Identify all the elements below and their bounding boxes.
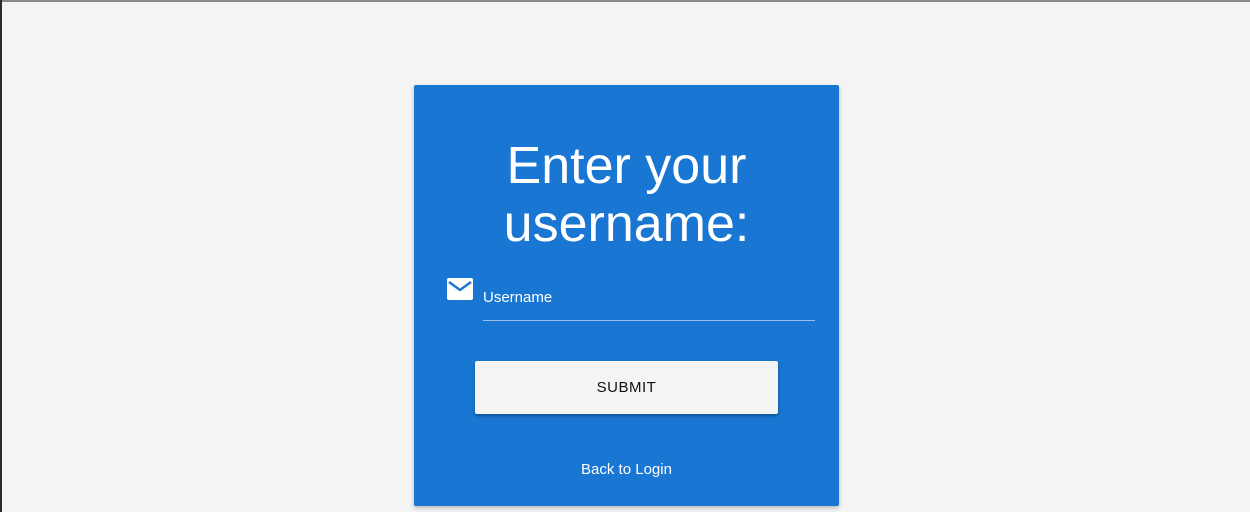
username-field[interactable]: Username bbox=[483, 281, 815, 321]
submit-button[interactable]: SUBMIT bbox=[475, 361, 778, 414]
username-underline bbox=[483, 320, 815, 321]
window-left-border bbox=[0, 0, 2, 512]
username-input[interactable] bbox=[483, 281, 815, 319]
page-title: Enter your username: bbox=[503, 137, 750, 253]
mail-icon bbox=[447, 278, 473, 300]
username-card: Enter your username: Username SUBMIT Bac… bbox=[414, 85, 839, 506]
back-to-login-link[interactable]: Back to Login bbox=[581, 461, 672, 478]
back-to-login-link-container: Back to Login bbox=[414, 461, 839, 478]
window-top-border bbox=[0, 0, 1250, 2]
page: Enter your username: Username SUBMIT Bac… bbox=[0, 0, 1250, 512]
